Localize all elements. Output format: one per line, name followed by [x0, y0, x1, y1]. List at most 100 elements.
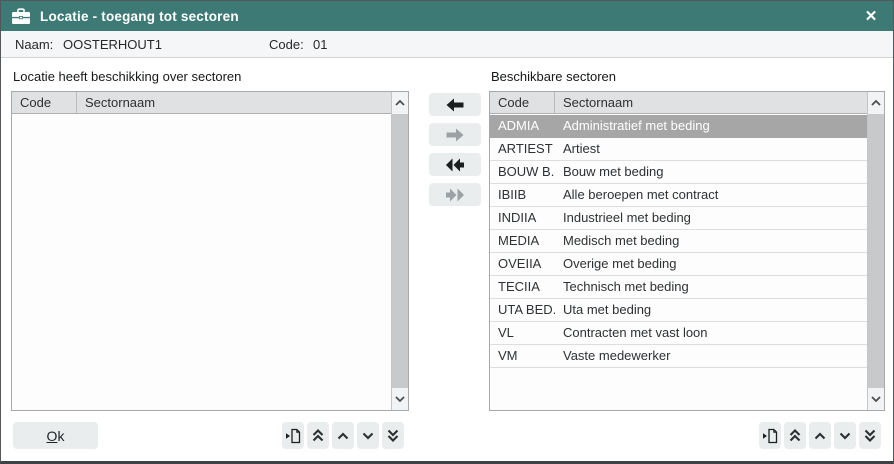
scroll-top-button[interactable] [784, 422, 806, 449]
chevron-down-icon [395, 395, 405, 403]
double-arrow-left-icon [446, 158, 464, 172]
chevron-down-icon [839, 431, 851, 441]
cell-code: BOUW B... [490, 161, 555, 183]
chevron-up-icon [871, 99, 881, 107]
table-header: Code Sectornaam [490, 92, 867, 114]
table-row[interactable]: BOUW B... Bouw met beding [490, 161, 867, 184]
cell-sectornaam: Vaste medewerker [555, 345, 867, 367]
scroll-bottom-button[interactable] [859, 422, 881, 449]
cell-sectornaam: Medisch met beding [555, 230, 867, 252]
scroll-bottom-button[interactable] [382, 422, 404, 449]
table-row[interactable]: IBIIB Alle beroepen met contract [490, 184, 867, 207]
table-row[interactable]: UTA BED... Uta met beding [490, 299, 867, 322]
table-row[interactable]: OVEIIA Overige met beding [490, 253, 867, 276]
new-record-button[interactable] [759, 422, 781, 449]
double-chevron-down-icon [387, 428, 399, 443]
double-chevron-down-icon [864, 428, 876, 443]
table-header: Code Sectornaam [12, 92, 391, 114]
cell-code: TECIIA [490, 276, 555, 298]
cell-sectornaam: Overige met beding [555, 253, 867, 275]
move-all-left-button[interactable] [429, 153, 481, 176]
cell-sectornaam: Contracten met vast loon [555, 322, 867, 344]
new-record-button[interactable] [282, 422, 304, 449]
cell-sectornaam: Administratief met beding [555, 115, 867, 137]
cell-sectornaam: Alle beroepen met contract [555, 184, 867, 206]
row-up-button[interactable] [332, 422, 354, 449]
chevron-up-icon [814, 431, 826, 441]
name-label: Naam: [15, 37, 53, 52]
column-header-sectornaam: Sectornaam [555, 92, 867, 113]
transfer-button-group [429, 93, 481, 206]
cell-code: IBIIB [490, 184, 555, 206]
move-all-right-button[interactable] [429, 183, 481, 206]
location-sectors-list-body [12, 115, 391, 410]
info-bar: Naam: OOSTERHOUT1 Code: 01 [1, 31, 893, 58]
right-panel-title: Beschikbare sectoren [491, 69, 616, 84]
scrollbar-down-button[interactable] [392, 388, 408, 410]
table-row[interactable]: TECIIA Technisch met beding [490, 276, 867, 299]
ok-button-label-rest: k [57, 428, 64, 444]
cell-sectornaam: Technisch met beding [555, 276, 867, 298]
cell-sectornaam: Industrieel met beding [555, 207, 867, 229]
double-chevron-up-icon [312, 428, 324, 443]
arrow-right-icon [446, 128, 464, 142]
table-row[interactable]: ARTIEST Artiest [490, 138, 867, 161]
chevron-down-icon [871, 395, 881, 403]
row-down-button[interactable] [357, 422, 379, 449]
scrollbar-thumb[interactable] [868, 114, 884, 388]
vertical-scrollbar [867, 92, 884, 410]
cell-code: ADMIA [490, 115, 555, 137]
dialog-window: Locatie - toegang tot sectoren ✕ Naam: O… [0, 0, 894, 464]
new-record-icon [762, 428, 778, 444]
close-button[interactable]: ✕ [859, 4, 883, 28]
window-title: Locatie - toegang tot sectoren [40, 9, 239, 24]
row-down-button[interactable] [834, 422, 856, 449]
scroll-top-button[interactable] [307, 422, 329, 449]
new-record-icon [285, 428, 301, 444]
record-nav-right [759, 422, 881, 449]
vertical-scrollbar [391, 92, 408, 410]
table-row[interactable]: INDIIA Industrieel met beding [490, 207, 867, 230]
chevron-up-icon [337, 431, 349, 441]
scrollbar-up-button[interactable] [868, 92, 884, 114]
scrollbar-down-button[interactable] [868, 388, 884, 410]
name-value: OOSTERHOUT1 [63, 37, 162, 52]
cell-sectornaam: Uta met beding [555, 299, 867, 321]
cell-code: OVEIIA [490, 253, 555, 275]
chevron-up-icon [395, 99, 405, 107]
row-up-button[interactable] [809, 422, 831, 449]
location-sectors-table: Code Sectornaam [11, 91, 409, 411]
chevron-down-icon [362, 431, 374, 441]
ok-button[interactable]: Ok [13, 422, 98, 449]
arrow-left-icon [446, 98, 464, 112]
cell-code: VL [490, 322, 555, 344]
code-label: Code: [269, 37, 304, 52]
ok-button-label: O [47, 428, 58, 444]
left-panel-title: Locatie heeft beschikking over sectoren [13, 69, 241, 84]
cell-code: ARTIEST [490, 138, 555, 160]
cell-sectornaam: Artiest [555, 138, 867, 160]
column-header-code: Code [490, 92, 555, 113]
cell-code: INDIIA [490, 207, 555, 229]
table-row[interactable]: MEDIA Medisch met beding [490, 230, 867, 253]
column-header-code: Code [12, 92, 77, 113]
cell-sectornaam: Bouw met beding [555, 161, 867, 183]
briefcase-icon [11, 8, 31, 25]
table-row[interactable]: ADMIA Administratief met beding [490, 115, 867, 138]
cell-code: MEDIA [490, 230, 555, 252]
available-sectors-list-body: ADMIA Administratief met beding ARTIEST … [490, 115, 867, 410]
scrollbar-up-button[interactable] [392, 92, 408, 114]
table-row[interactable]: VM Vaste medewerker [490, 345, 867, 368]
cell-code: UTA BED... [490, 299, 555, 321]
move-left-button[interactable] [429, 93, 481, 116]
title-bar: Locatie - toegang tot sectoren ✕ [1, 1, 893, 31]
available-sectors-table: Code Sectornaam ADMIA Administratief met… [489, 91, 885, 411]
scrollbar-thumb[interactable] [392, 114, 408, 388]
close-icon: ✕ [865, 7, 878, 25]
column-header-sectornaam: Sectornaam [77, 92, 391, 113]
code-value: 01 [313, 37, 327, 52]
move-right-button[interactable] [429, 123, 481, 146]
table-row[interactable]: VL Contracten met vast loon [490, 322, 867, 345]
double-arrow-right-icon [446, 188, 464, 202]
double-chevron-up-icon [789, 428, 801, 443]
